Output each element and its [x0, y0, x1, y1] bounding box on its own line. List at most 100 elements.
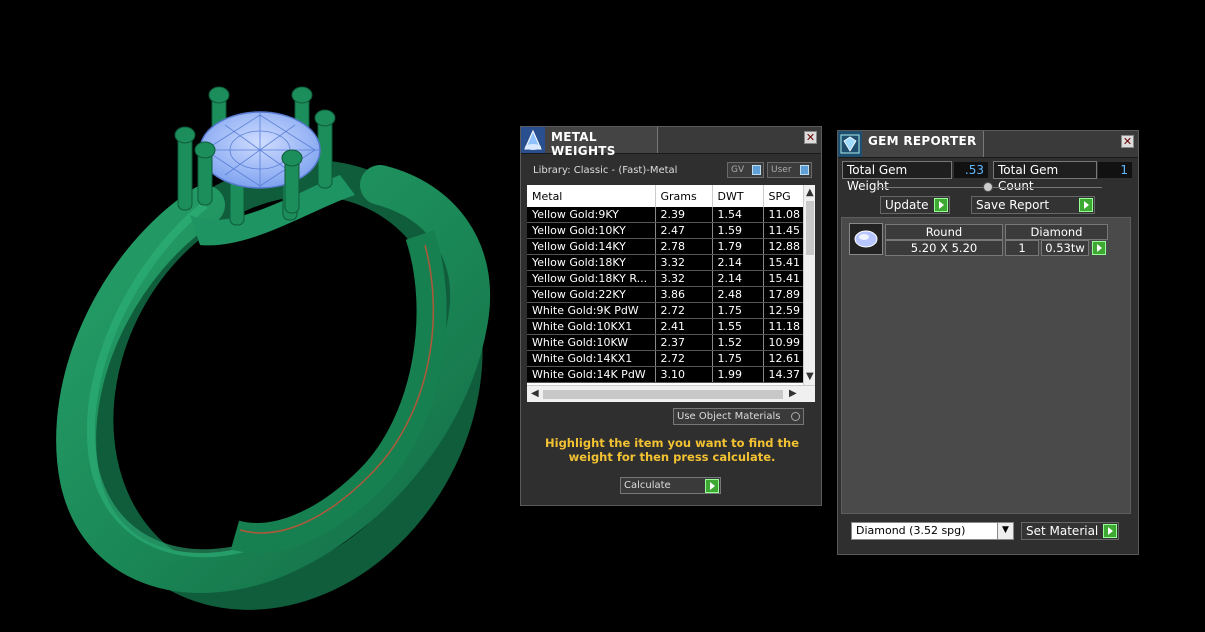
table-cell: White Gold:10KW [527, 334, 656, 351]
table-cell: Yellow Gold:10KY [527, 222, 656, 239]
vertical-scrollbar[interactable]: ▲ ▼ [803, 185, 815, 385]
metal-table[interactable]: Metal Grams DWT SPG Yellow Gold:9KY 2.39 1.54… [527, 185, 815, 402]
horizontal-scrollbar[interactable]: ◀ ▶ [527, 385, 815, 402]
radio-icon [791, 412, 800, 421]
table-cell: White Gold:9K PdW [527, 302, 656, 319]
column-header[interactable]: Grams [655, 185, 713, 207]
table-row[interactable]: Yellow Gold:10KY 2.47 1.59 11.45 [527, 222, 808, 239]
material-select-value: Diamond (3.52 spg) [856, 524, 966, 537]
table-cell: 2.47 [655, 222, 713, 239]
update-label: Update [885, 198, 929, 212]
table-cell: 1.75 [712, 350, 764, 367]
close-button[interactable]: ✕ [804, 131, 817, 144]
panel-title: METAL WEIGHTS [551, 130, 616, 158]
metal-weights-icon [521, 127, 545, 153]
table-cell: 1.54 [712, 207, 764, 223]
table-cell: 15.41 [763, 254, 808, 271]
use-object-materials-toggle[interactable]: Use Object Materials [673, 408, 804, 425]
table-cell: 2.78 [655, 238, 713, 255]
table-cell: 11.08 [763, 207, 808, 223]
table-cell: White Gold:14K PdW [527, 366, 656, 383]
material-select[interactable]: Diamond (3.52 spg) ▼ [851, 522, 1014, 540]
table-row[interactable]: White Gold:10KX1 2.41 1.55 11.18 [527, 318, 808, 335]
table-cell: 1.79 [712, 238, 764, 255]
table-cell: Yellow Gold:18KY [527, 254, 656, 271]
table-cell: 2.72 [655, 350, 713, 367]
calculate-hint: Highlight the item you want to find the … [545, 436, 799, 464]
table-cell: 1.52 [712, 334, 764, 351]
table-cell: 1.99 [712, 366, 764, 383]
table-body[interactable]: Yellow Gold:9KY 2.39 1.54 11.08 Yellow Gold:… [527, 207, 808, 383]
table-cell: 2.48 [712, 286, 764, 303]
scroll-up-icon[interactable]: ▲ [806, 187, 814, 198]
gem-shape: Round [885, 224, 1003, 240]
table-cell: 1.55 [712, 318, 764, 335]
save-report-button[interactable]: Save Report [971, 196, 1095, 214]
table-cell: 3.32 [655, 270, 713, 287]
table-cell: White Gold:14KX1 [527, 350, 656, 367]
gv-label: GV [731, 165, 745, 175]
calculate-label: Calculate [624, 480, 671, 491]
table-row[interactable]: White Gold:14KX1 2.72 1.75 12.61 [527, 350, 808, 367]
column-header[interactable]: SPG [763, 185, 808, 207]
gem-row[interactable]: Round Diamond 5.20 X 5.20 1 0.53tw [849, 223, 1111, 257]
slider-handle[interactable] [983, 182, 993, 192]
set-material-button[interactable]: Set Material [1021, 522, 1119, 540]
chevron-down-icon[interactable]: ▼ [997, 523, 1013, 539]
table-row[interactable]: Yellow Gold:9KY 2.39 1.54 11.08 [527, 207, 808, 223]
table-cell: 10.99 [763, 334, 808, 351]
gem-weight: 0.53tw [1041, 240, 1089, 256]
table-row[interactable]: Yellow Gold:18KY 3.32 2.14 15.41 [527, 254, 808, 271]
total-gem-count-value: 1 [1098, 162, 1132, 178]
3d-viewport[interactable] [0, 0, 510, 628]
table-cell: 3.10 [655, 366, 713, 383]
gv-toggle[interactable]: GV [727, 162, 764, 178]
table-cell: 1.59 [712, 222, 764, 239]
gem-select-button[interactable] [1092, 241, 1106, 255]
close-button[interactable]: ✕ [1121, 135, 1134, 148]
user-label: User [771, 165, 792, 175]
play-icon [1103, 524, 1117, 538]
user-toggle[interactable]: User [767, 162, 812, 178]
h-scroll-thumb[interactable] [543, 390, 783, 399]
gv-knob [752, 165, 761, 175]
gem-list[interactable]: Round Diamond 5.20 X 5.20 1 0.53tw [841, 217, 1131, 514]
table-cell: Yellow Gold:22KY [527, 286, 656, 303]
round-gem-icon [849, 223, 883, 255]
table-row[interactable]: Yellow Gold:22KY 3.86 2.48 17.89 [527, 286, 808, 303]
gem-count: 1 [1005, 240, 1039, 256]
scroll-right-icon[interactable]: ▶ [789, 388, 797, 399]
total-gem-weight-label: Total Gem Weight [842, 161, 952, 193]
table-row[interactable]: Yellow Gold:18KY R... 3.32 2.14 15.41 [527, 270, 808, 287]
table-cell: 2.14 [712, 254, 764, 271]
play-icon [934, 198, 948, 212]
calculate-button[interactable]: Calculate [620, 477, 721, 494]
table-cell: 2.41 [655, 318, 713, 335]
table-row[interactable]: White Gold:14K PdW 3.10 1.99 14.37 [527, 366, 808, 383]
table-cell: White Gold:10KX1 [527, 318, 656, 335]
column-header[interactable]: Metal [527, 185, 656, 207]
table-cell: 17.89 [763, 286, 808, 303]
column-header[interactable]: DWT [712, 185, 764, 207]
table-cell: Yellow Gold:9KY [527, 207, 656, 223]
table-cell: 1.75 [712, 302, 764, 319]
scroll-down-icon[interactable]: ▼ [806, 371, 814, 382]
metal-weights-titlebar[interactable]: METAL WEIGHTS ✕ [521, 127, 821, 158]
table-cell: Yellow Gold:18KY R... [527, 270, 656, 287]
total-gem-count-label: Total Gem Count [993, 161, 1097, 193]
table-cell: 2.37 [655, 334, 713, 351]
table-cell: 12.61 [763, 350, 808, 367]
gem-reporter-icon [838, 131, 862, 157]
save-report-label: Save Report [976, 198, 1050, 212]
scroll-thumb[interactable] [806, 201, 814, 255]
table-row[interactable]: White Gold:10KW 2.37 1.52 10.99 [527, 334, 808, 351]
update-button[interactable]: Update [880, 196, 950, 214]
table-row[interactable]: Yellow Gold:14KY 2.78 1.79 12.88 [527, 238, 808, 255]
table-header: Metal Grams DWT SPG [527, 185, 808, 207]
scroll-left-icon[interactable]: ◀ [531, 388, 539, 399]
metal-weights-panel: METAL WEIGHTS ✕ Library: Classic - (Fast… [520, 126, 822, 506]
table-row[interactable]: White Gold:9K PdW 2.72 1.75 12.59 [527, 302, 808, 319]
table-cell: 11.45 [763, 222, 808, 239]
table-cell: Yellow Gold:14KY [527, 238, 656, 255]
gem-reporter-titlebar[interactable]: GEM REPORTER ✕ [838, 131, 1138, 158]
